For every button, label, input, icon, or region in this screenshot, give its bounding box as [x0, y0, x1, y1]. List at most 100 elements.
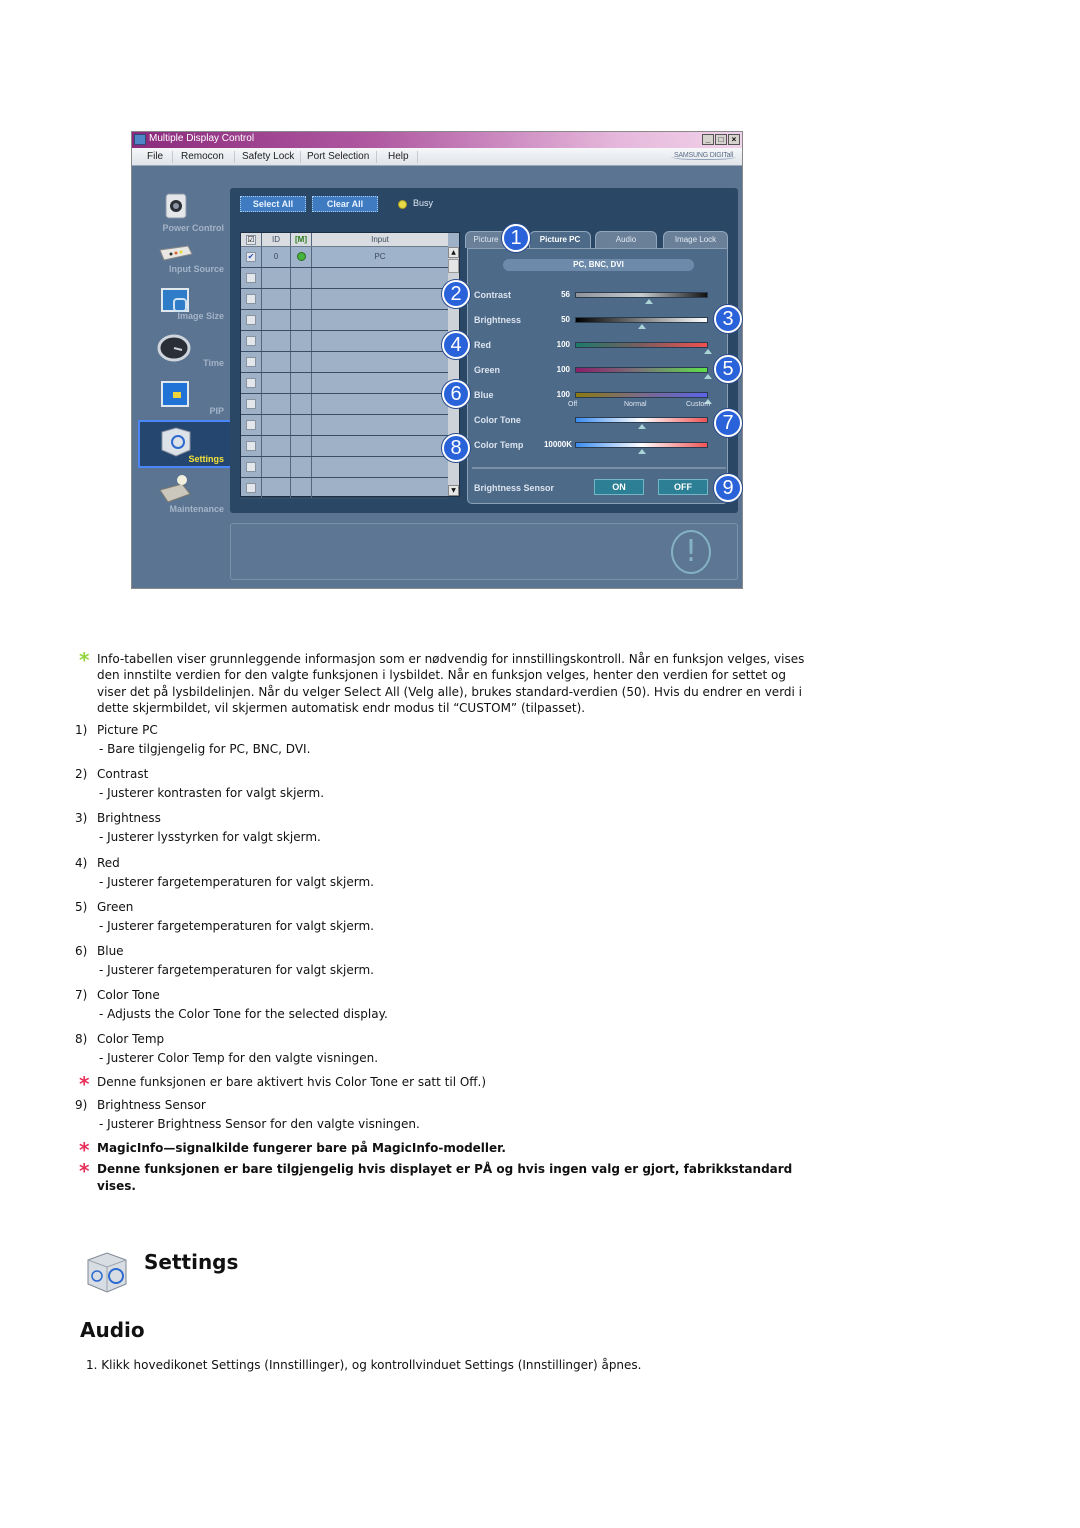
item-description: - Justerer Color Temp for den valgte vis…	[99, 1051, 379, 1066]
green-slider[interactable]	[575, 367, 708, 373]
blue-value: 100	[556, 390, 570, 399]
table-row[interactable]	[241, 268, 448, 289]
item-number: 8)	[75, 1032, 88, 1047]
row-status	[290, 457, 311, 477]
tab-picture[interactable]: Picture	[465, 231, 507, 248]
red-slider[interactable]	[575, 342, 708, 348]
scroll-thumb[interactable]	[448, 259, 459, 273]
row-checkbox[interactable]	[246, 273, 256, 283]
red-label: Red	[474, 340, 492, 350]
row-id	[261, 310, 290, 330]
color-tone-slider[interactable]	[575, 417, 708, 423]
brightness-sensor-on-button[interactable]: ON	[594, 479, 644, 495]
display-grid: ☑ ID [M] Input ✔ 0 PC ▲ ▼	[240, 232, 460, 499]
maintenance-icon	[159, 475, 191, 503]
sidebar-item-time[interactable]: Time	[138, 334, 232, 384]
menu-separator	[300, 151, 301, 163]
color-temp-slider-thumb[interactable]	[637, 449, 646, 454]
table-row[interactable]	[241, 457, 448, 478]
table-row[interactable]	[241, 373, 448, 394]
brightness-sensor-label: Brightness Sensor	[474, 483, 555, 493]
red-slider-thumb[interactable]	[704, 349, 712, 354]
item-title: Color Temp	[97, 1032, 165, 1047]
table-row[interactable]	[241, 289, 448, 310]
table-row[interactable]	[241, 352, 448, 373]
row-id	[261, 331, 290, 351]
minimize-button[interactable]: _	[702, 134, 714, 145]
row-checkbox[interactable]	[246, 315, 256, 325]
color-temp-slider[interactable]	[575, 442, 708, 448]
item-title: Brightness	[97, 811, 161, 826]
row-status	[290, 478, 311, 498]
table-row[interactable]	[241, 331, 448, 352]
row-status	[290, 310, 311, 330]
item-description: - Justerer Brightness Sensor for den val…	[99, 1117, 420, 1131]
contrast-slider[interactable]	[575, 292, 708, 298]
item-number: 2)	[75, 767, 88, 782]
table-row[interactable]	[241, 478, 448, 499]
color-tone-slider-thumb[interactable]	[637, 424, 646, 429]
item-title: Blue	[97, 944, 124, 958]
blue-slider[interactable]	[575, 392, 708, 398]
row-checkbox[interactable]	[246, 420, 256, 430]
scroll-up-arrow-icon[interactable]: ▲	[448, 247, 459, 258]
sidebar-item-settings[interactable]: Settings	[138, 420, 232, 468]
menu-safety-lock[interactable]: Safety Lock	[242, 151, 294, 162]
menu-port-selection[interactable]: Port Selection	[307, 151, 369, 162]
callout-2: 2	[442, 280, 470, 308]
row-checkbox[interactable]: ✔	[246, 252, 256, 262]
row-status	[290, 268, 311, 288]
table-row[interactable]: ✔ 0 PC	[241, 247, 448, 268]
row-checkbox[interactable]	[246, 294, 256, 304]
row-status	[290, 247, 311, 267]
color-temp-label: Color Temp	[474, 440, 524, 450]
row-checkbox[interactable]	[246, 399, 256, 409]
item-title: Contrast	[97, 767, 149, 782]
row-checkbox[interactable]	[246, 441, 256, 451]
brightness-sensor-off-button[interactable]: OFF	[658, 479, 708, 495]
menu-remocon[interactable]: Remocon	[181, 151, 224, 162]
row-checkbox[interactable]	[246, 483, 256, 493]
brightness-slider[interactable]	[575, 317, 708, 323]
clear-all-button[interactable]: Clear All	[312, 196, 378, 212]
sidebar-label: Power Control	[162, 223, 224, 233]
item-title: Picture PC	[97, 723, 158, 737]
table-row[interactable]	[241, 415, 448, 436]
table-row[interactable]	[241, 436, 448, 457]
item-title: Red	[97, 855, 120, 870]
table-row[interactable]	[241, 310, 448, 331]
brightness-slider-thumb[interactable]	[637, 324, 646, 329]
green-slider-thumb[interactable]	[704, 374, 712, 379]
color-tone-row: Off Normal Custom Color Tone	[468, 401, 729, 433]
row-input	[311, 331, 448, 351]
default-note: Denne funksjonen er bare tilgjengelig hv…	[97, 1162, 793, 1193]
menu-separator	[234, 151, 235, 163]
row-checkbox[interactable]	[246, 336, 256, 346]
maximize-button[interactable]: □	[715, 134, 727, 145]
row-checkbox[interactable]	[246, 462, 256, 472]
tone-mark-off: Off	[568, 401, 578, 408]
scroll-down-arrow-icon[interactable]: ▼	[448, 485, 459, 496]
tab-image-lock[interactable]: Image Lock	[663, 231, 728, 248]
table-row[interactable]	[241, 394, 448, 415]
sidebar-item-power-control[interactable]: Power Control	[138, 192, 232, 242]
row-status	[290, 289, 311, 309]
tab-picture-pc[interactable]: Picture PC	[529, 231, 591, 249]
sidebar-item-image-size[interactable]: Image Size	[138, 287, 232, 337]
sidebar-item-input-source[interactable]: Input Source	[138, 240, 232, 290]
sidebar-item-maintenance[interactable]: Maintenance	[138, 474, 232, 524]
menu-file[interactable]: File	[147, 151, 163, 162]
contrast-slider-thumb[interactable]	[645, 299, 654, 304]
tone-mark-custom: Custom	[686, 401, 711, 408]
row-checkbox[interactable]	[246, 378, 256, 388]
select-all-button[interactable]: Select All	[240, 196, 306, 212]
row-input: PC	[311, 247, 448, 267]
tab-audio[interactable]: Audio	[595, 231, 657, 248]
close-button[interactable]: ×	[728, 134, 740, 145]
menu-help[interactable]: Help	[388, 151, 409, 162]
row-status	[290, 373, 311, 393]
select-all-checkbox[interactable]: ☑	[246, 235, 256, 245]
row-checkbox[interactable]	[246, 357, 256, 367]
exclamation-icon: !	[671, 530, 711, 574]
grid-header: ☑ ID [M] Input	[241, 233, 448, 247]
